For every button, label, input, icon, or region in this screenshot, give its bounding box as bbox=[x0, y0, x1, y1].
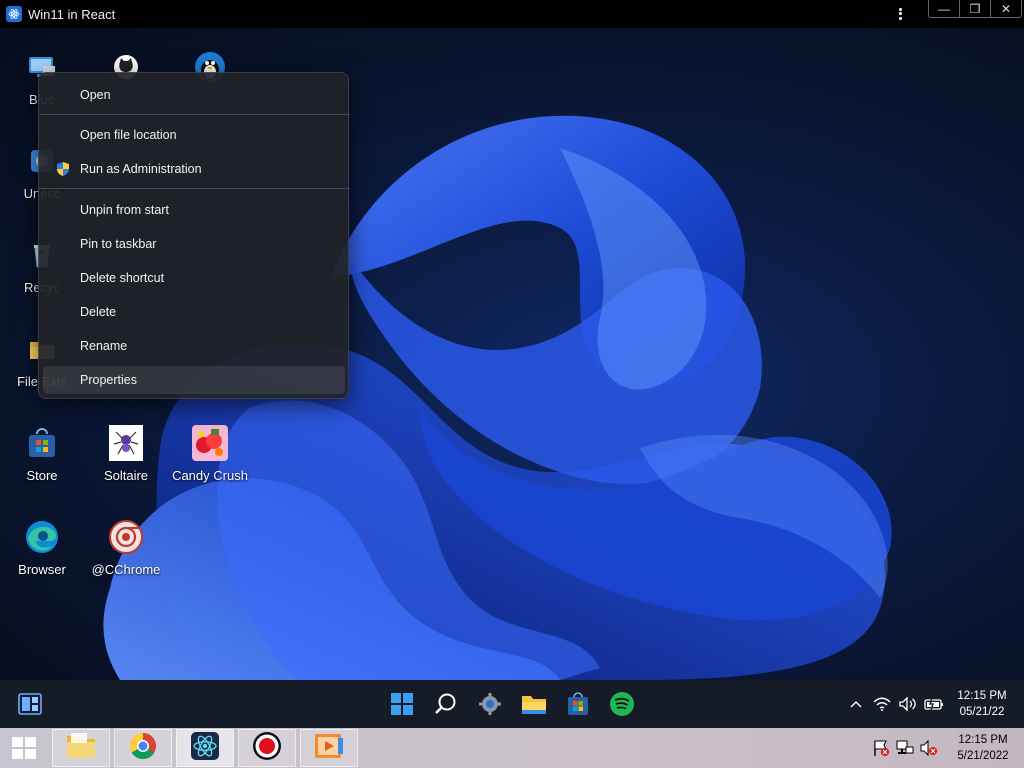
wifi-icon[interactable] bbox=[871, 693, 893, 715]
host-recorder-button[interactable] bbox=[238, 729, 296, 767]
widgets-icon[interactable] bbox=[12, 686, 48, 722]
chevron-up-icon[interactable] bbox=[845, 693, 867, 715]
windows-start-icon[interactable] bbox=[4, 734, 44, 762]
context-menu: Open Open file location Run as Administr… bbox=[38, 72, 350, 399]
store-icon[interactable] bbox=[560, 686, 596, 722]
menu-item-label: Rename bbox=[80, 339, 128, 353]
minimize-button[interactable]: — bbox=[929, 0, 960, 17]
menu-item-delete[interactable]: Delete bbox=[43, 298, 345, 326]
menu-item-properties[interactable]: Properties bbox=[43, 366, 345, 394]
windows-start-icon[interactable] bbox=[384, 686, 420, 722]
menu-item-label: Delete shortcut bbox=[80, 271, 165, 285]
inner-taskbar: 12:15 PM 05/21/22 bbox=[0, 680, 1024, 728]
search-icon[interactable] bbox=[428, 686, 464, 722]
menu-item-open[interactable]: Open bbox=[43, 81, 345, 109]
menu-divider bbox=[39, 188, 350, 189]
react-icon bbox=[6, 6, 22, 22]
maximize-button[interactable]: ❐ bbox=[960, 0, 991, 17]
settings-gear-icon[interactable] bbox=[472, 686, 508, 722]
menu-item-open-file-location[interactable]: Open file location bbox=[43, 121, 345, 149]
inner-clock[interactable]: 12:15 PM 05/21/22 bbox=[940, 688, 1024, 720]
menu-item-run-as-administration[interactable]: Run as Administration bbox=[43, 155, 345, 183]
window-controls: — ❐ ✕ bbox=[928, 0, 1022, 18]
inner-clock-time: 12:15 PM bbox=[957, 690, 1007, 702]
spotify-icon[interactable] bbox=[604, 686, 640, 722]
host-system-tray bbox=[870, 728, 942, 768]
host-react-button[interactable] bbox=[176, 729, 234, 767]
menu-divider bbox=[39, 114, 350, 115]
desktop-icon-browser[interactable]: Browser bbox=[0, 512, 84, 604]
host-clock-date: 5/21/2022 bbox=[957, 750, 1009, 762]
desktop-icon-label: @CChrome bbox=[91, 562, 161, 577]
desktop-icon-chrome[interactable]: @CChrome bbox=[84, 512, 168, 604]
menu-item-label: Delete bbox=[80, 305, 117, 319]
desktop-icon-solitaire[interactable]: Soltaire bbox=[84, 418, 168, 510]
menu-item-label: Properties bbox=[80, 373, 137, 387]
screen: Win11 in React — ❐ ✕ File Store Browser … bbox=[0, 0, 1024, 768]
network-icon[interactable] bbox=[894, 737, 916, 759]
inner-system-tray bbox=[845, 680, 949, 728]
host-chrome-button[interactable] bbox=[114, 729, 172, 767]
menu-item-label: Open bbox=[80, 88, 111, 102]
desktop-icon-label: Store bbox=[26, 468, 58, 483]
desktop-icon-label: Candy Crush bbox=[172, 468, 248, 483]
host-taskbar: 12:15 PM 5/21/2022 bbox=[0, 728, 1024, 768]
window-title-bar: Win11 in React — ❐ ✕ bbox=[0, 0, 1024, 28]
desktop-icon-store[interactable]: Store bbox=[0, 418, 84, 510]
flag-alert-icon[interactable] bbox=[870, 737, 892, 759]
volume-icon[interactable] bbox=[897, 693, 919, 715]
host-media-player-button[interactable] bbox=[300, 729, 358, 767]
menu-item-label: Open file location bbox=[80, 128, 177, 142]
menu-item-rename[interactable]: Rename bbox=[43, 332, 345, 360]
edge-browser-icon bbox=[23, 518, 61, 556]
menu-item-pin-to-taskbar[interactable]: Pin to taskbar bbox=[43, 230, 345, 258]
file-explorer-icon bbox=[65, 732, 97, 765]
record-icon bbox=[252, 731, 282, 766]
media-player-icon bbox=[314, 732, 344, 765]
menu-item-unpin-from-start[interactable]: Unpin from start bbox=[43, 196, 345, 224]
chrome-icon bbox=[129, 732, 157, 765]
muted-volume-icon[interactable] bbox=[918, 737, 940, 759]
chrome-icon bbox=[107, 518, 145, 556]
host-file-explorer-button[interactable] bbox=[52, 729, 110, 767]
react-icon bbox=[190, 731, 220, 766]
inner-clock-date: 05/21/22 bbox=[959, 706, 1005, 718]
window-title: Win11 in React bbox=[28, 6, 116, 22]
desktop-icon-candy-crush[interactable]: Candy Crush bbox=[168, 418, 252, 510]
store-icon bbox=[23, 424, 61, 462]
desktop-icon-label: Soltaire bbox=[103, 468, 149, 483]
solitaire-icon bbox=[107, 424, 145, 462]
close-button[interactable]: ✕ bbox=[991, 0, 1021, 17]
menu-item-delete-shortcut[interactable]: Delete shortcut bbox=[43, 264, 345, 292]
desktop-icon-label: Browser bbox=[18, 562, 66, 577]
candy-crush-icon bbox=[191, 424, 229, 462]
more-options-icon[interactable] bbox=[892, 5, 908, 23]
file-explorer-icon[interactable] bbox=[516, 686, 552, 722]
shield-icon bbox=[55, 161, 71, 177]
host-clock-time: 12:15 PM bbox=[958, 734, 1008, 746]
host-clock[interactable]: 12:15 PM 5/21/2022 bbox=[944, 732, 1022, 764]
menu-item-label: Pin to taskbar bbox=[80, 237, 157, 251]
menu-item-label: Run as Administration bbox=[80, 162, 202, 176]
menu-item-label: Unpin from start bbox=[80, 203, 169, 217]
